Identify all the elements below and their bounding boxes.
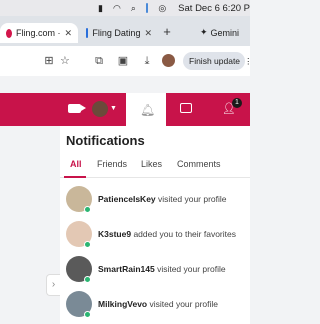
notification-item[interactable]: K3stue9 added you to their favorites bbox=[60, 219, 250, 251]
username[interactable]: MilkingVevo bbox=[98, 299, 147, 309]
filter-friends[interactable]: Friends bbox=[97, 159, 127, 169]
finish-update-label: Finish update bbox=[189, 56, 241, 66]
folder-icon[interactable] bbox=[145, 3, 149, 13]
notification-text: MilkingVevo visited your profile bbox=[98, 299, 218, 309]
tab-search-icon[interactable]: ▣ bbox=[116, 54, 130, 68]
sparkle-icon: ✦ bbox=[200, 27, 208, 37]
notifications-title: Notifications bbox=[66, 133, 145, 148]
tab-fling-com[interactable]: Fling.com · ✕ bbox=[0, 23, 78, 43]
search-icon[interactable]: ⌕ bbox=[131, 3, 136, 13]
filter-likes[interactable]: Likes bbox=[141, 159, 162, 169]
user-avatar[interactable] bbox=[92, 101, 108, 117]
site-settings-icon[interactable]: ⊞ bbox=[42, 54, 56, 68]
notification-text: PatienceIsKey visited your profile bbox=[98, 194, 227, 204]
active-filter-underline bbox=[64, 176, 86, 178]
close-icon[interactable]: ✕ bbox=[144, 28, 152, 39]
online-status-icon bbox=[84, 276, 91, 283]
tab-label: Fling Dating bbox=[92, 28, 141, 38]
notification-filters: All Friends Likes Comments bbox=[60, 154, 250, 178]
notification-item[interactable]: MilkingVevo visited your profile bbox=[60, 289, 250, 321]
close-icon[interactable]: ✕ bbox=[64, 28, 72, 39]
notification-text: K3stue9 added you to their favorites bbox=[98, 229, 236, 239]
menu-clock[interactable]: Sat Dec 6 6:20 P bbox=[178, 3, 250, 14]
username[interactable]: PatienceIsKey bbox=[98, 194, 156, 204]
more-vert-icon: ⋮ bbox=[244, 55, 253, 66]
wifi-icon[interactable]: ◠ bbox=[113, 3, 121, 13]
new-tab-button[interactable]: + bbox=[160, 25, 174, 39]
volume-icon[interactable]: ▮ bbox=[98, 3, 103, 13]
filter-all[interactable]: All bbox=[70, 159, 82, 169]
tab-strip: Fling.com · ✕ Fling Dating ✕ + ✦ Gemini bbox=[0, 16, 250, 46]
download-icon[interactable]: ⤓ bbox=[140, 54, 154, 68]
bell-icon[interactable]: 🔔︎ bbox=[140, 103, 155, 117]
filter-comments[interactable]: Comments bbox=[177, 159, 221, 169]
friends-badge: 1 bbox=[232, 98, 242, 108]
gemini-label: Gemini bbox=[210, 27, 240, 38]
notification-item[interactable]: PatienceIsKey visited your profile bbox=[60, 184, 250, 216]
online-status-icon bbox=[84, 206, 91, 213]
chevron-down-icon[interactable]: ▼ bbox=[110, 105, 117, 112]
username[interactable]: K3stue9 bbox=[98, 229, 131, 239]
fling-dating-favicon-icon bbox=[86, 28, 89, 38]
tab-label: Fling.com · bbox=[15, 28, 61, 38]
messages-icon[interactable] bbox=[180, 103, 192, 113]
online-status-icon bbox=[84, 311, 91, 318]
site-header: ▼ bbox=[0, 93, 250, 126]
video-icon[interactable] bbox=[68, 104, 86, 113]
extensions-icon[interactable]: ⧉ bbox=[92, 54, 106, 68]
notification-item[interactable]: SmartRain145 visited your profile bbox=[60, 254, 250, 286]
profile-avatar[interactable] bbox=[162, 54, 175, 67]
menu-bar: ▮ ◠ ⌕ ◎ Sat Dec 6 6:20 P bbox=[0, 0, 250, 16]
tab-fling-dating[interactable]: Fling Dating ✕ bbox=[80, 23, 158, 43]
notification-text: SmartRain145 visited your profile bbox=[98, 264, 226, 274]
browser-toolbar: ⊞ ☆ ⧉ ▣ ⤓ Finish update ⋮ bbox=[0, 46, 253, 76]
bookmark-star-icon[interactable]: ☆ bbox=[60, 54, 70, 67]
gemini-button[interactable]: ✦ Gemini bbox=[200, 27, 239, 38]
control-center-icon[interactable]: ◎ bbox=[158, 3, 166, 13]
chevron-right-icon[interactable]: › bbox=[46, 274, 60, 296]
username[interactable]: SmartRain145 bbox=[98, 264, 155, 274]
fling-favicon-icon bbox=[6, 28, 12, 38]
finish-update-button[interactable]: Finish update ⋮ bbox=[183, 52, 253, 70]
online-status-icon bbox=[84, 241, 91, 248]
